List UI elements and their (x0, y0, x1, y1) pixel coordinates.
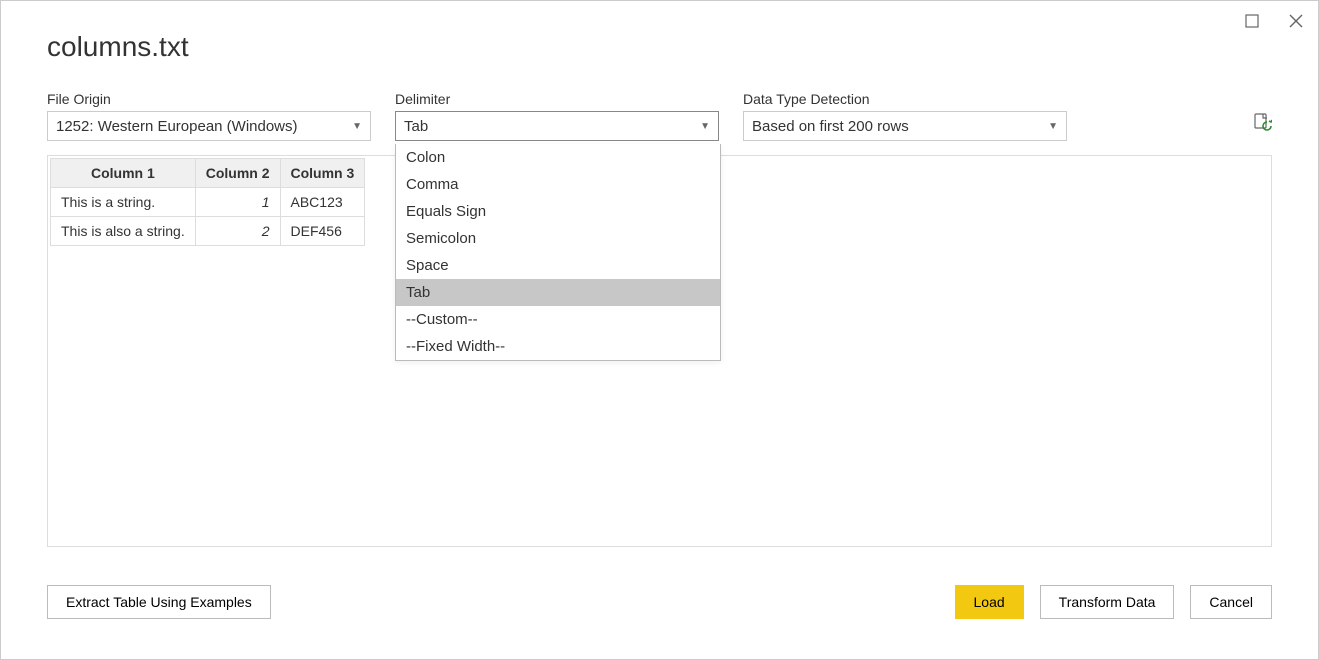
dialog-title: columns.txt (1, 1, 1318, 63)
csv-preview-dialog: columns.txt File Origin 1252: Western Eu… (0, 0, 1319, 660)
delimiter-value: Tab (404, 118, 428, 135)
detection-value: Based on first 200 rows (752, 118, 909, 135)
load-button[interactable]: Load (955, 585, 1024, 619)
window-controls (1240, 9, 1308, 33)
cell: 2 (195, 217, 280, 246)
caret-down-icon: ▼ (700, 121, 710, 132)
delimiter-option[interactable]: --Fixed Width-- (396, 333, 720, 360)
delimiter-option[interactable]: Semicolon (396, 225, 720, 252)
cell: ABC123 (280, 188, 365, 217)
cell: 1 (195, 188, 280, 217)
delimiter-option[interactable]: Colon (396, 144, 720, 171)
delimiter-select[interactable]: Tab ▼ (395, 111, 719, 141)
column-header[interactable]: Column 3 (280, 159, 365, 188)
maximize-button[interactable] (1240, 9, 1264, 33)
refresh-icon[interactable] (1252, 113, 1272, 133)
column-header[interactable]: Column 2 (195, 159, 280, 188)
dialog-footer: Extract Table Using Examples Load Transf… (47, 585, 1272, 619)
file-origin-label: File Origin (47, 91, 371, 107)
file-origin-group: File Origin 1252: Western European (Wind… (47, 91, 371, 141)
delimiter-option[interactable]: Space (396, 252, 720, 279)
delimiter-option[interactable]: Comma (396, 171, 720, 198)
delimiter-label: Delimiter (395, 91, 719, 107)
preview-table: Column 1Column 2Column 3 This is a strin… (50, 158, 365, 246)
delimiter-option[interactable]: Equals Sign (396, 198, 720, 225)
cancel-button[interactable]: Cancel (1190, 585, 1272, 619)
table-row: This is also a string.2DEF456 (51, 217, 365, 246)
cell: This is a string. (51, 188, 196, 217)
delimiter-group: Delimiter Tab ▼ ColonCommaEquals SignSem… (395, 91, 719, 141)
delimiter-option[interactable]: Tab (396, 279, 720, 306)
delimiter-option[interactable]: --Custom-- (396, 306, 720, 333)
file-origin-select[interactable]: 1252: Western European (Windows) ▼ (47, 111, 371, 141)
column-header[interactable]: Column 1 (51, 159, 196, 188)
refresh-container (1252, 91, 1272, 133)
close-button[interactable] (1284, 9, 1308, 33)
transform-data-button[interactable]: Transform Data (1040, 585, 1175, 619)
cell: This is also a string. (51, 217, 196, 246)
caret-down-icon: ▼ (352, 121, 362, 132)
detection-label: Data Type Detection (743, 91, 1067, 107)
caret-down-icon: ▼ (1048, 121, 1058, 132)
table-row: This is a string.1ABC123 (51, 188, 365, 217)
detection-select[interactable]: Based on first 200 rows ▼ (743, 111, 1067, 141)
cell: DEF456 (280, 217, 365, 246)
file-origin-value: 1252: Western European (Windows) (56, 118, 298, 135)
extract-table-button[interactable]: Extract Table Using Examples (47, 585, 271, 619)
detection-group: Data Type Detection Based on first 200 r… (743, 91, 1067, 141)
controls-row: File Origin 1252: Western European (Wind… (1, 63, 1318, 141)
delimiter-dropdown: ColonCommaEquals SignSemicolonSpaceTab--… (395, 144, 721, 361)
